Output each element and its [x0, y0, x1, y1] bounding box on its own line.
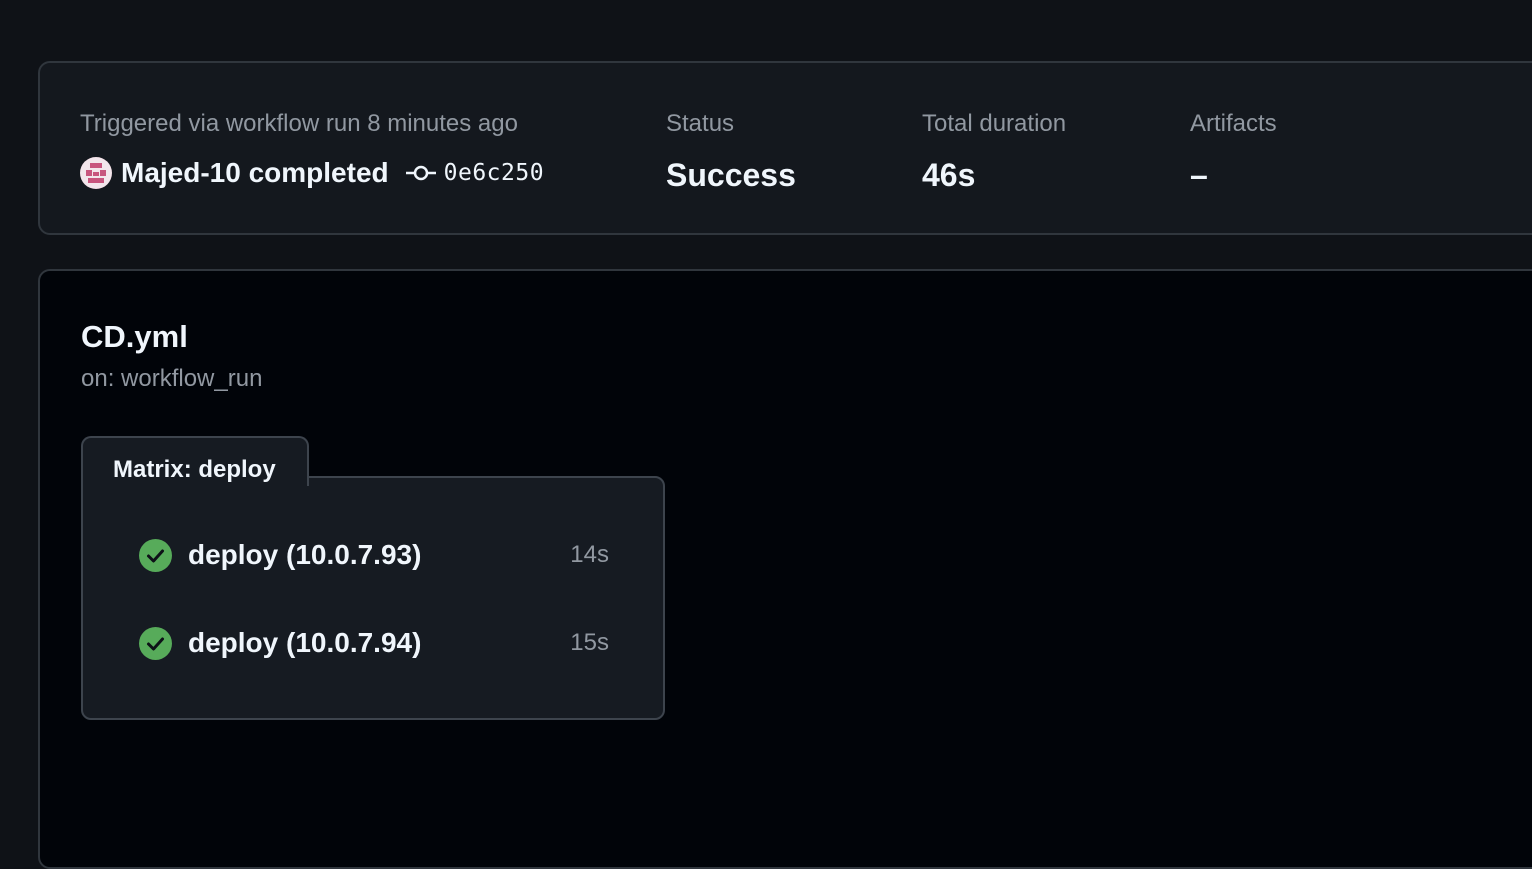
trigger-text: Triggered via workflow run 8 minutes ago: [80, 110, 518, 137]
job-item[interactable]: deploy (10.0.7.94) 15s: [139, 626, 609, 660]
job-duration: 15s: [570, 629, 609, 656]
job-duration: 14s: [570, 541, 609, 568]
workflow-trigger: on: workflow_run: [81, 365, 263, 392]
run-summary-panel: Triggered via workflow run 8 minutes ago…: [38, 61, 1532, 235]
job-item[interactable]: deploy (10.0.7.93) 14s: [139, 538, 609, 572]
trigger-column: Triggered via workflow run 8 minutes ago…: [80, 109, 544, 191]
avatar[interactable]: [80, 157, 112, 189]
actor-status-text[interactable]: Majed-10 completed: [121, 157, 389, 189]
git-commit-icon: [405, 165, 436, 181]
matrix-job-group: deploy (10.0.7.93) 14s deploy (10.0.7.94…: [81, 476, 665, 720]
artifacts-label: Artifacts: [1190, 110, 1277, 137]
trigger-details: Majed-10 completed 0e6c250: [80, 155, 544, 191]
check-circle-icon: [139, 626, 172, 660]
matrix-label: Matrix: deploy: [113, 456, 276, 483]
job-name: deploy (10.0.7.93): [188, 539, 422, 570]
check-circle-icon: [139, 538, 172, 572]
duration-label: Total duration: [922, 110, 1067, 137]
workflow-graph-panel: CD.yml on: workflow_run Matrix: deploy d…: [38, 269, 1532, 869]
artifacts-column: Artifacts –: [1190, 109, 1277, 193]
identicon-icon: [80, 157, 112, 189]
workflow-title: CD.yml: [81, 319, 188, 354]
matrix-tab: Matrix: deploy: [81, 436, 309, 486]
status-column: Status Success: [666, 109, 796, 193]
job-name: deploy (10.0.7.94): [188, 627, 422, 658]
status-label: Status: [666, 110, 735, 137]
commit-sha-link[interactable]: 0e6c250: [444, 160, 544, 186]
duration-value: 46s: [922, 157, 976, 193]
duration-column: Total duration 46s: [922, 109, 1066, 193]
status-value: Success: [666, 157, 796, 193]
artifacts-value: –: [1190, 157, 1208, 193]
